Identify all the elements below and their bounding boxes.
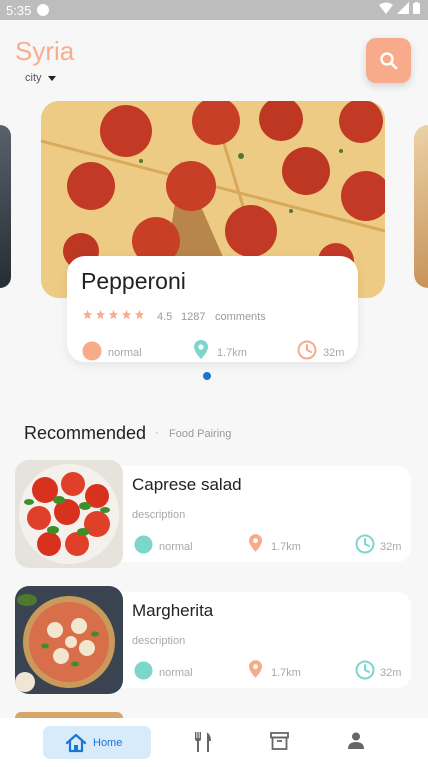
item-description: description [132,635,186,647]
comments-label: comments [215,311,266,323]
distance-label: 1.7km [271,541,301,553]
clock-icon [355,660,375,680]
item-title: Caprese salad [132,475,242,494]
level-dot-icon [134,661,153,680]
star-icon [108,309,119,320]
time-label: 32m [323,347,345,359]
distance-label: 1.7km [217,347,247,359]
nav-home-button[interactable]: Home [43,726,151,759]
page-title: Syria [15,36,75,66]
star-icon [121,309,132,320]
city-selector[interactable]: city [25,72,56,84]
star-icon [82,309,93,320]
carousel-next-card[interactable] [414,125,428,288]
section-subtitle: Food Pairing [169,428,232,440]
distance-label: 1.7km [271,667,301,679]
search-button[interactable] [366,38,411,83]
star-icon [95,309,106,320]
time-label: 32m [380,541,402,553]
location-pin-icon [249,660,262,678]
list-item[interactable]: Caprese salad description normal 1.7km 3… [109,466,411,562]
rating-value: 4.5 [157,311,173,323]
city-label: city [25,72,42,84]
clock-icon [355,534,375,554]
signal-icon [397,2,409,14]
restaurant-icon[interactable] [193,732,212,752]
battery-icon [413,2,420,14]
level-label: normal [108,347,142,359]
person-icon[interactable] [348,732,364,749]
clock-icon [297,340,317,360]
status-time: 5:35 [6,3,32,18]
location-pin-icon [194,340,208,359]
caret-down-icon [47,75,56,81]
archive-icon[interactable] [270,732,289,750]
featured-food-card[interactable]: Pepperoni 4.5 1287 comments normal 1.7km… [67,256,358,362]
search-icon [379,51,397,69]
featured-food-title: Pepperoni [81,268,186,294]
item-title: Margherita [132,601,214,620]
carousel-page-indicator [203,372,211,380]
time-label: 32m [380,667,402,679]
level-dot-icon [134,535,153,554]
section-title: Recommended [24,423,147,443]
section-separator: · [155,427,159,439]
location-pin-icon [249,534,262,552]
level-label: normal [159,541,193,553]
level-label: normal [159,667,193,679]
notification-icon [37,4,49,16]
list-item[interactable]: Margherita description normal 1.7km 32m [109,592,411,688]
caprese-salad-image [15,460,123,568]
rating-stars [82,309,145,320]
carousel-prev-card[interactable] [0,125,11,288]
item-description: description [132,509,186,521]
comment-count: 1287 [181,311,206,323]
home-icon [65,733,87,752]
level-dot-icon [82,341,102,361]
margherita-pizza-image [15,586,123,694]
nav-home-label: Home [93,736,123,749]
bottom-navigation: Home [0,718,428,767]
wifi-icon [379,2,393,14]
status-icons [379,2,420,14]
star-icon [134,309,145,320]
status-bar: 5:35 [0,0,428,20]
